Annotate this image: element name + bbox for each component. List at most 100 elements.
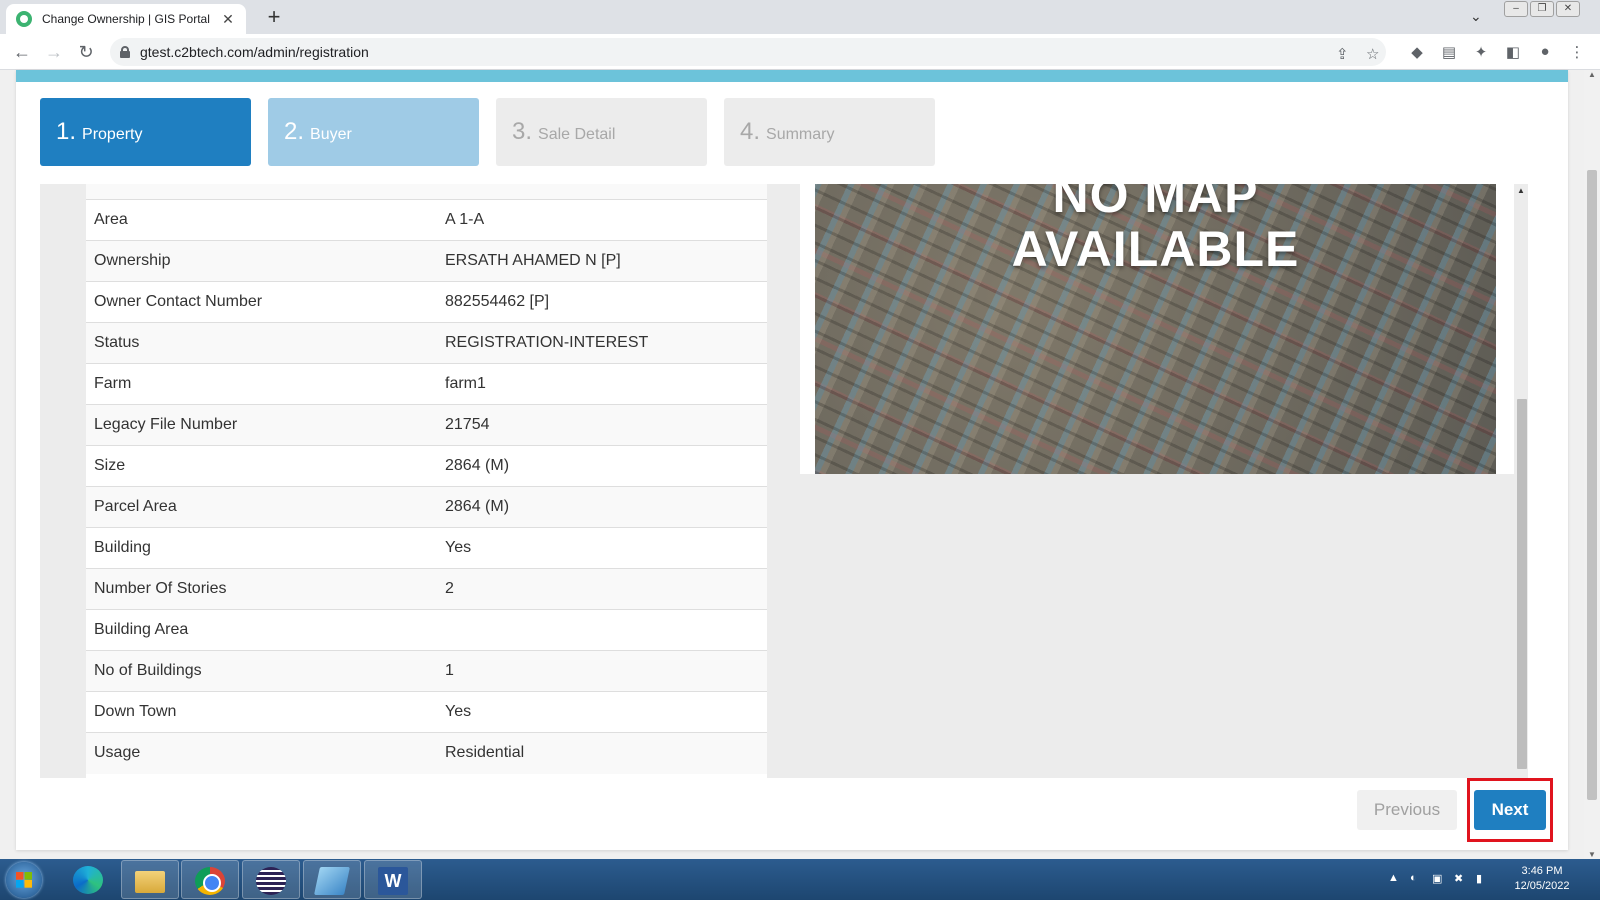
side-panel-icon[interactable]: ◧ — [1504, 43, 1522, 61]
address-bar[interactable]: gtest.c2btech.com/admin/registration ⇪ ☆ — [110, 38, 1386, 66]
start-button-windows-icon[interactable] — [6, 862, 42, 898]
extension-shield-icon[interactable]: ◆ — [1408, 43, 1426, 61]
table-row: Down Town Yes — [86, 691, 767, 733]
property-value: Yes — [437, 527, 767, 569]
property-value — [437, 609, 767, 651]
tab-search-chevron-icon[interactable]: ⌄ — [1470, 8, 1482, 25]
table-row: Farm farm1 — [86, 363, 767, 405]
property-value: ERSATH AHAMED N [P] — [437, 240, 767, 282]
property-label: Status — [86, 322, 437, 364]
table-row: Legacy File Number 21754 — [86, 404, 767, 446]
table-row: No of Buildings 1 — [86, 650, 767, 692]
tab-close-icon[interactable]: ✕ — [220, 11, 236, 28]
gis-portal-favicon-icon — [16, 11, 32, 27]
content-scrollbar[interactable]: ▲ — [1514, 184, 1528, 778]
property-value: Kero Am — [437, 184, 767, 200]
property-label: No of Buildings — [86, 650, 437, 692]
table-row: Number Of Stories 2 — [86, 568, 767, 610]
tray-network-icon[interactable]: ✖ — [1454, 872, 1463, 885]
property-label: Usage — [86, 732, 437, 774]
browser-tab-strip: Change Ownership | GIS Portal ✕ + ⌄ – ❐ … — [0, 0, 1600, 34]
step-property[interactable]: 1. Property — [40, 98, 251, 166]
taskbar-notepad[interactable] — [303, 860, 361, 899]
close-window-icon[interactable]: ✕ — [1556, 1, 1580, 17]
no-map-text-line2: AVAILABLE — [1011, 221, 1300, 277]
page-scroll-up-icon[interactable]: ▲ — [1584, 70, 1600, 79]
property-label: Building Area — [86, 609, 437, 651]
table-row: Sub DistrictKero Am — [86, 184, 767, 200]
taskbar-clock[interactable]: 3:46 PM 12/05/2022 — [1506, 864, 1578, 894]
property-label: Down Town — [86, 691, 437, 733]
bookmark-star-icon[interactable]: ☆ — [1366, 45, 1379, 63]
browser-tab[interactable]: Change Ownership | GIS Portal ✕ — [6, 4, 246, 34]
extension-clipboard-icon[interactable]: ▤ — [1440, 43, 1458, 61]
property-label: Sub District — [86, 184, 437, 200]
property-value: 2864 (M) — [437, 445, 767, 487]
tray-signal-icon[interactable]: ▮ — [1476, 872, 1482, 885]
step-summary[interactable]: 4. Summary — [724, 98, 935, 166]
share-icon[interactable]: ⇪ — [1336, 45, 1349, 63]
table-row: Owner Contact Number 882554462 [P] — [86, 281, 767, 323]
back-arrow-icon[interactable]: ← — [10, 40, 34, 64]
taskbar-file-explorer[interactable] — [121, 860, 179, 899]
page-scrollbar-thumb[interactable] — [1587, 170, 1597, 800]
chrome-icon — [195, 867, 225, 895]
content-scrollbar-thumb[interactable] — [1517, 399, 1527, 769]
map-placeholder-image: NO MAP AVAILABLE — [815, 184, 1496, 474]
map-panel: NO MAP AVAILABLE — [800, 184, 1514, 474]
table-row: Area A 1-A — [86, 199, 767, 241]
next-button[interactable]: Next — [1474, 790, 1546, 830]
property-label: Parcel Area — [86, 486, 437, 528]
profile-avatar-icon[interactable]: ● — [1536, 43, 1554, 60]
property-label: Number Of Stories — [86, 568, 437, 610]
taskbar-word[interactable]: W — [364, 860, 422, 899]
forward-arrow-icon[interactable]: → — [42, 40, 66, 64]
property-label: Building — [86, 527, 437, 569]
extensions-puzzle-icon[interactable]: ✦ — [1472, 43, 1490, 61]
eclipse-icon — [256, 867, 286, 895]
clock-time: 3:46 PM — [1521, 865, 1563, 877]
registration-card: 1. Property 2. Buyer 3. Sale Detail 4. S… — [16, 70, 1568, 850]
property-value: REGISTRATION-INTEREST — [437, 322, 767, 364]
reload-icon[interactable]: ↻ — [74, 40, 98, 64]
scroll-up-arrow-icon[interactable]: ▲ — [1514, 186, 1528, 195]
property-label: Area — [86, 199, 437, 241]
page-scrollbar[interactable]: ▲ ▼ — [1584, 70, 1600, 859]
property-label: Ownership — [86, 240, 437, 282]
table-row: Status REGISTRATION-INTEREST — [86, 322, 767, 364]
page-scroll-down-icon[interactable]: ▼ — [1584, 850, 1600, 859]
property-value: 882554462 [P] — [437, 281, 767, 323]
tab-title: Change Ownership | GIS Portal — [42, 12, 210, 26]
taskbar-chrome[interactable] — [181, 860, 239, 899]
property-content-scroll-area[interactable]: Sub DistrictKero AmAreaA 1-AOwnershipERS… — [40, 184, 1528, 778]
property-value: Yes — [437, 691, 767, 733]
previous-button[interactable]: Previous — [1357, 790, 1457, 830]
tray-show-hidden-icon[interactable]: ▲ — [1388, 872, 1399, 884]
new-tab-button[interactable]: + — [260, 4, 288, 32]
clock-date: 12/05/2022 — [1514, 880, 1570, 892]
table-row: Size 2864 (M) — [86, 445, 767, 487]
minimize-window-icon[interactable]: – — [1504, 1, 1528, 17]
browser-menu-icon[interactable]: ⋮ — [1568, 43, 1586, 61]
property-value: 1 — [437, 650, 767, 692]
taskbar-eclipse[interactable] — [242, 860, 300, 899]
property-label: Legacy File Number — [86, 404, 437, 446]
step-buyer[interactable]: 2. Buyer — [268, 98, 479, 166]
tray-device-icon[interactable]: ▣ — [1432, 872, 1442, 885]
folder-icon — [135, 871, 165, 893]
tray-volume-icon[interactable]: ◐ — [1410, 872, 1417, 884]
property-details-table: Sub DistrictKero AmAreaA 1-AOwnershipERS… — [86, 184, 767, 774]
property-value: 2 — [437, 568, 767, 610]
lock-icon[interactable] — [120, 46, 130, 58]
table-row: Parcel Area 2864 (M) — [86, 486, 767, 528]
property-label: Owner Contact Number — [86, 281, 437, 323]
property-value: farm1 — [437, 363, 767, 405]
property-details-panel: Sub DistrictKero AmAreaA 1-AOwnershipERS… — [86, 184, 767, 778]
property-value: 2864 (M) — [437, 486, 767, 528]
property-label: Farm — [86, 363, 437, 405]
restore-window-icon[interactable]: ❐ — [1530, 1, 1554, 17]
taskbar-edge[interactable] — [60, 860, 118, 899]
property-value: 21754 — [437, 404, 767, 446]
url-text[interactable]: gtest.c2btech.com/admin/registration — [140, 44, 369, 60]
step-sale-detail[interactable]: 3. Sale Detail — [496, 98, 707, 166]
